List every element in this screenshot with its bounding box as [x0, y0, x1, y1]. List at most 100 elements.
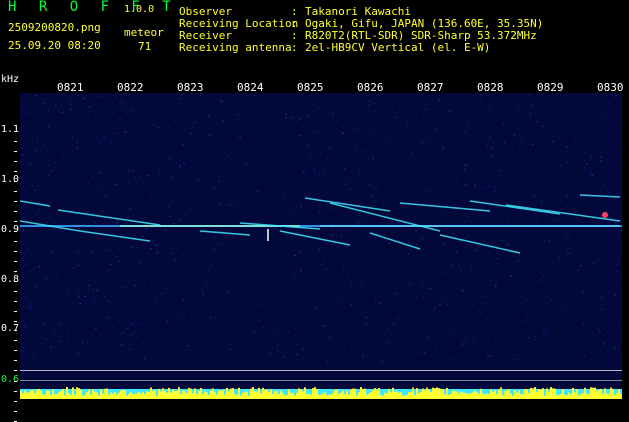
- level-bar: [600, 389, 602, 399]
- level-bar: [432, 388, 434, 399]
- level-bar: [86, 392, 88, 399]
- noise-speck: [475, 278, 477, 279]
- carrier-bright: [320, 225, 620, 227]
- level-bar: [362, 389, 364, 399]
- noise-speck: [178, 119, 180, 120]
- noise-speck: [173, 223, 175, 224]
- noise-speck: [278, 345, 280, 346]
- noise-speck: [331, 306, 333, 307]
- noise-speck: [491, 148, 493, 149]
- noise-speck: [419, 240, 421, 241]
- noise-speck: [558, 256, 560, 257]
- noise-speck: [400, 193, 402, 194]
- freq-tick-0_6: 0.6: [1, 374, 19, 385]
- noise-speck: [387, 197, 389, 198]
- noise-speck: [267, 170, 269, 171]
- noise-speck: [24, 255, 26, 256]
- noise-speck: [271, 126, 273, 127]
- noise-speck: [309, 287, 311, 288]
- level-bar: [396, 392, 398, 400]
- noise-speck: [421, 142, 423, 143]
- level-bar: [460, 392, 462, 399]
- noise-speck: [75, 113, 77, 114]
- noise-speck: [537, 280, 539, 281]
- noise-speck: [98, 172, 100, 173]
- level-bar: [400, 392, 402, 399]
- noise-speck: [183, 300, 185, 301]
- noise-speck: [487, 354, 489, 355]
- level-bar: [616, 393, 618, 399]
- freq-tick-0_8: 0.8: [1, 274, 19, 285]
- noise-speck: [418, 328, 420, 329]
- noise-speck: [433, 254, 435, 255]
- noise-speck: [365, 323, 367, 324]
- noise-speck: [480, 104, 482, 105]
- noise-speck: [107, 301, 109, 302]
- noise-speck: [253, 100, 255, 101]
- noise-speck: [203, 357, 205, 358]
- noise-speck: [593, 263, 595, 264]
- noise-speck: [289, 132, 291, 133]
- noise-speck: [196, 310, 198, 311]
- noise-speck: [209, 135, 211, 136]
- noise-speck: [101, 173, 103, 174]
- noise-speck: [502, 129, 504, 130]
- noise-speck: [38, 191, 40, 192]
- noise-speck: [516, 196, 518, 197]
- noise-speck: [40, 292, 42, 293]
- noise-speck: [190, 133, 192, 134]
- level-bar: [542, 388, 544, 399]
- noise-speck: [469, 134, 471, 135]
- noise-speck: [211, 266, 213, 267]
- noise-speck: [389, 243, 391, 244]
- noise-speck: [566, 309, 568, 310]
- noise-speck: [217, 288, 219, 289]
- noise-speck: [408, 210, 410, 211]
- noise-speck: [233, 299, 235, 300]
- noise-speck: [341, 259, 343, 260]
- noise-speck: [330, 209, 332, 210]
- noise-speck: [467, 294, 469, 295]
- level-bar: [300, 389, 302, 399]
- noise-speck: [525, 260, 527, 261]
- noise-speck: [616, 271, 618, 272]
- noise-speck: [48, 111, 50, 112]
- noise-speck: [151, 248, 153, 249]
- noise-speck: [299, 135, 301, 136]
- noise-speck: [353, 130, 355, 131]
- level-bar: [238, 388, 240, 399]
- noise-speck: [56, 280, 58, 281]
- noise-speck: [515, 339, 517, 340]
- level-bar: [48, 391, 50, 399]
- noise-speck: [283, 357, 285, 358]
- noise-speck: [241, 317, 243, 318]
- noise-speck: [385, 289, 387, 290]
- level-bar: [340, 393, 342, 399]
- noise-speck: [411, 249, 413, 250]
- freq-minor-tick: [14, 401, 17, 402]
- level-bar: [240, 396, 242, 399]
- level-bar: [218, 391, 220, 400]
- noise-speck: [308, 314, 310, 315]
- noise-speck: [44, 99, 46, 100]
- noise-speck: [93, 213, 95, 214]
- level-bar: [566, 395, 568, 399]
- noise-speck: [344, 344, 346, 345]
- noise-speck: [214, 324, 216, 325]
- level-bar: [38, 389, 40, 399]
- noise-speck: [54, 333, 56, 334]
- noise-speck: [60, 333, 62, 334]
- noise-speck: [296, 354, 298, 355]
- noise-speck: [269, 354, 271, 355]
- noise-speck: [615, 222, 617, 223]
- noise-speck: [108, 250, 110, 251]
- noise-speck: [166, 138, 168, 139]
- level-bar: [382, 396, 384, 399]
- noise-speck: [546, 333, 548, 334]
- noise-speck: [556, 220, 558, 221]
- noise-speck: [201, 309, 203, 310]
- noise-speck: [22, 148, 24, 149]
- noise-speck: [257, 247, 259, 248]
- noise-speck: [452, 266, 454, 267]
- noise-speck: [454, 188, 456, 189]
